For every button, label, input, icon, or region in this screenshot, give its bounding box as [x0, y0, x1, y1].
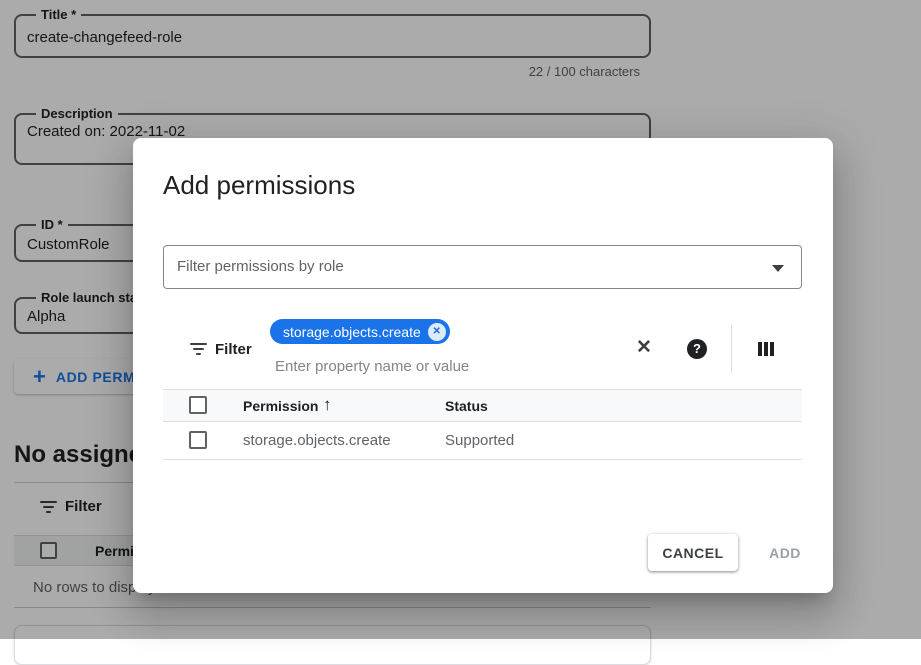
filter-by-role-dropdown[interactable]: Filter permissions by role [163, 245, 802, 289]
filter-by-role-dropdown-value: Filter permissions by role [177, 258, 344, 275]
row-checkbox[interactable] [189, 431, 207, 449]
permission-column-header[interactable]: Permission [243, 398, 318, 414]
filter-chip-text: storage.objects.create [283, 324, 421, 340]
cancel-button[interactable]: CANCEL [648, 534, 738, 571]
modal-filter-label: Filter [215, 341, 252, 358]
modal-filter-input-placeholder[interactable]: Enter property name or value [275, 358, 469, 375]
permission-cell: storage.objects.create [243, 432, 391, 449]
filter-chip-storage-objects-create[interactable]: storage.objects.create ✕ [270, 319, 450, 344]
dialog-title: Add permissions [163, 170, 355, 201]
sort-ascending-icon[interactable]: ↑ [323, 395, 332, 415]
modal-table-header: Permission ↑ Status [163, 389, 802, 422]
table-row[interactable]: storage.objects.create Supported [163, 422, 802, 460]
status-column-header[interactable]: Status [445, 398, 488, 414]
status-cell: Supported [445, 432, 514, 449]
chip-close-icon[interactable]: ✕ [428, 323, 446, 341]
help-icon[interactable]: ? [687, 339, 707, 359]
select-all-checkbox[interactable] [189, 396, 207, 414]
add-button[interactable]: ADD [751, 534, 819, 571]
clear-filters-icon[interactable]: ✕ [636, 337, 652, 359]
column-display-options-icon[interactable] [758, 342, 774, 356]
chevron-down-icon [772, 265, 784, 272]
add-permissions-dialog: Add permissions Filter permissions by ro… [133, 138, 833, 593]
filter-icon [190, 343, 207, 355]
toolbar-divider [731, 325, 732, 373]
